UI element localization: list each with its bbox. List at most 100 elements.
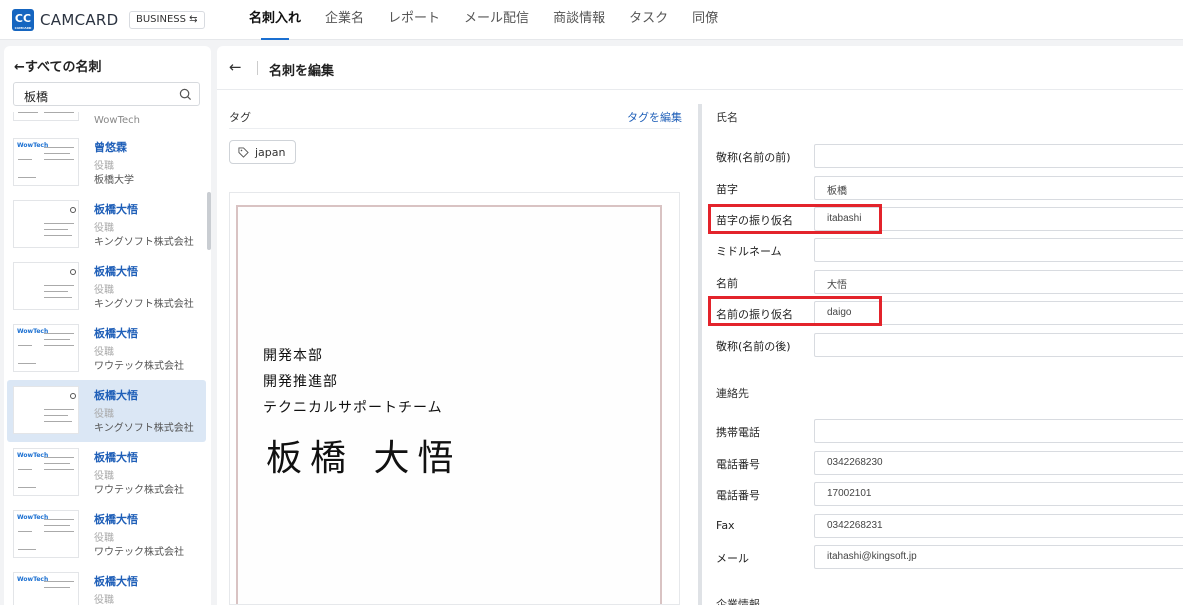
card-title: 役職 — [94, 533, 114, 544]
card-line-division: 開発推進部 — [263, 374, 338, 390]
card-company: キングソフト株式会社 — [94, 299, 194, 310]
tag-label: タグ — [229, 111, 251, 124]
card-name: 板橋大悟 — [94, 451, 138, 464]
header-divider — [257, 61, 258, 75]
card-person-name: 板橋 大悟 — [266, 438, 462, 479]
card-thumbnail: WowTech — [13, 448, 79, 496]
card-company: WowTech — [94, 115, 140, 126]
label-mobile: 携帯電話 — [716, 426, 760, 439]
card-thumbnail: WowTech — [13, 324, 79, 372]
label-fax: Fax — [716, 519, 735, 532]
edit-form: 氏名 敬称(名前の前) 苗字 板橋 苗字の振り仮名 itabashi ミドルネー… — [716, 90, 1183, 605]
search-input[interactable]: 板橋 — [13, 82, 200, 106]
fax-field[interactable]: 0342268231 — [814, 514, 1183, 538]
card-image-viewer[interactable]: 開発本部 開発推進部 テクニカルサポートチーム 板橋 大悟 — [229, 192, 680, 605]
list-item[interactable]: WowTech 板橋大悟 役職 ワウテック株式会社 — [7, 504, 206, 566]
brand-name: CAMCARD — [40, 11, 119, 29]
nav-card-holder[interactable]: 名刺入れ — [249, 0, 301, 40]
edit-tags-link[interactable]: タグを編集 — [627, 109, 682, 125]
last-name-field[interactable]: 板橋 — [814, 176, 1183, 200]
label-first-name: 名前 — [716, 277, 738, 290]
nav-report[interactable]: レポート — [388, 0, 440, 40]
list-scrollbar[interactable] — [207, 192, 211, 250]
section-name: 氏名 — [716, 111, 738, 124]
suffix-field[interactable] — [814, 333, 1183, 357]
list-item[interactable]: WowTech 板橋大悟 役職 ワウテック株式会社 — [7, 442, 206, 504]
business-card-image: 開発本部 開発推進部 テクニカルサポートチーム 板橋 大悟 — [236, 205, 662, 604]
card-company: ワウテック株式会社 — [94, 361, 184, 372]
panel-splitter[interactable] — [698, 104, 702, 605]
card-title: 役職 — [94, 409, 114, 420]
tag-text: japan — [255, 145, 286, 159]
highlight-last-name-kana — [708, 204, 882, 234]
section-company: 企業情報 — [716, 598, 760, 605]
card-name: 板橋大悟 — [94, 575, 138, 588]
label-middle-name: ミドルネーム — [716, 245, 782, 258]
business-switch-badge[interactable]: BUSINESS ⇆ — [129, 11, 205, 29]
label-prefix: 敬称(名前の前) — [716, 151, 791, 164]
label-phone: 電話番号 — [716, 458, 760, 471]
nav-email-delivery[interactable]: メール配信 — [464, 0, 529, 40]
highlight-first-name-kana — [708, 296, 882, 326]
list-item[interactable]: WowTech 板橋大悟 役職 — [7, 566, 206, 605]
search-value[interactable]: 板橋 — [24, 88, 48, 105]
list-item[interactable]: WowTech 曾悠霖 役職 板橋大学 — [7, 132, 206, 194]
card-thumbnail — [13, 386, 79, 434]
prefix-field[interactable] — [814, 144, 1183, 168]
nav-company[interactable]: 企業名 — [325, 0, 364, 40]
card-title: 役職 — [94, 285, 114, 296]
card-title: 役職 — [94, 161, 114, 172]
card-thumbnail: WowTech — [13, 138, 79, 186]
label-suffix: 敬称(名前の後) — [716, 340, 791, 353]
card-company: キングソフト株式会社 — [94, 237, 194, 248]
card-company: ワウテック株式会社 — [94, 547, 184, 558]
card-list[interactable]: WowTech WowTech 曾悠霖 役職 板橋大学 板橋大悟 役職 キングソ… — [4, 112, 211, 605]
mobile-field[interactable] — [814, 419, 1183, 443]
middle-name-field[interactable] — [814, 238, 1183, 262]
card-company: キングソフト株式会社 — [94, 423, 194, 434]
list-item[interactable]: 板橋大悟 役職 キングソフト株式会社 — [7, 256, 206, 318]
label-phone-2: 電話番号 — [716, 489, 760, 502]
card-thumbnail: WowTech — [13, 572, 79, 605]
card-line-department: 開発本部 — [263, 348, 323, 364]
tag-chip[interactable]: japan — [229, 140, 296, 164]
card-title: 役職 — [94, 347, 114, 358]
card-name: 板橋大悟 — [94, 327, 138, 340]
card-name: 板橋大悟 — [94, 203, 138, 216]
camcard-logo[interactable]: CC CAMCARD — [12, 9, 34, 31]
back-arrow-icon[interactable]: ← — [229, 58, 242, 76]
label-email: メール — [716, 552, 749, 565]
card-title: 役職 — [94, 471, 114, 482]
first-name-field[interactable]: 大悟 — [814, 270, 1183, 294]
card-name: 板橋大悟 — [94, 513, 138, 526]
phone-field-2[interactable]: 17002101 — [814, 482, 1183, 506]
card-company: ワウテック株式会社 — [94, 485, 184, 496]
list-item[interactable]: 板橋大悟 役職 キングソフト株式会社 — [7, 194, 206, 256]
search-icon[interactable] — [179, 88, 192, 101]
card-list-panel: ←すべての名刺 板橋 WowTech WowTech 曾悠霖 役職 板橋大学 板… — [4, 46, 211, 605]
card-name: 曾悠霖 — [94, 141, 127, 154]
back-to-all-cards[interactable]: ←すべての名刺 — [14, 56, 101, 75]
nav-deals[interactable]: 商談情報 — [553, 0, 605, 40]
card-title: 役職 — [94, 223, 114, 234]
edit-card-panel: ← 名刺を編集 タグ タグを編集 japan 開発本部 開発推進部 テクニカルサ… — [217, 46, 1183, 605]
card-name: 板橋大悟 — [94, 265, 138, 278]
list-item[interactable]: WowTech 板橋大悟 役職 ワウテック株式会社 — [7, 318, 206, 380]
nav-colleagues[interactable]: 同僚 — [692, 0, 718, 40]
card-thumbnail — [13, 262, 79, 310]
card-name: 板橋大悟 — [94, 389, 138, 402]
card-title: 役職 — [94, 595, 114, 605]
card-company: 板橋大学 — [94, 175, 134, 186]
tag-divider — [229, 128, 680, 129]
card-thumbnail — [13, 200, 79, 248]
nav-tasks[interactable]: タスク — [629, 0, 668, 40]
list-item-selected[interactable]: 板橋大悟 役職 キングソフト株式会社 — [7, 380, 206, 442]
top-navigation-bar: CC CAMCARD CAMCARD BUSINESS ⇆ 名刺入れ 企業名 レポ… — [0, 0, 1183, 40]
phone-field[interactable]: 0342268230 — [814, 451, 1183, 475]
card-thumbnail: WowTech — [13, 510, 79, 558]
list-item[interactable]: WowTech — [7, 112, 206, 129]
tag-icon — [238, 146, 249, 158]
main-nav: 名刺入れ 企業名 レポート メール配信 商談情報 タスク 同僚 — [249, 0, 742, 40]
card-line-team: テクニカルサポートチーム — [263, 400, 443, 416]
email-field[interactable]: itahashi@kingsoft.jp — [814, 545, 1183, 569]
